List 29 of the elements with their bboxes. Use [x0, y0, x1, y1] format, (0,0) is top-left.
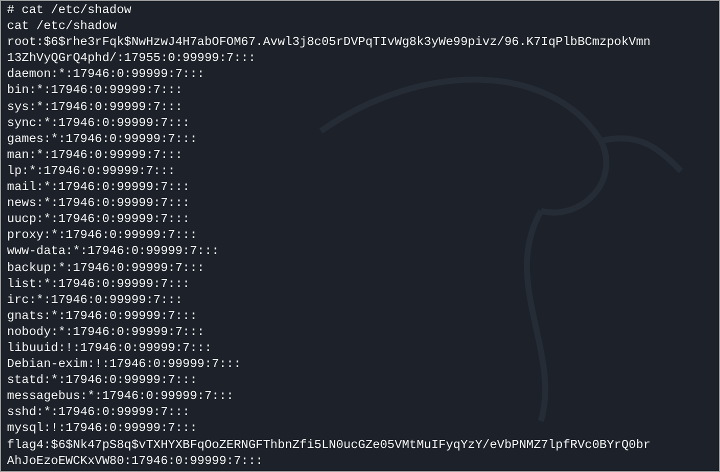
terminal-line: gnats:*:17946:0:99999:7:::	[7, 308, 198, 324]
terminal-line: flag4:$6$Nk47pS8q$vTXHYXBFqOoZERNGFThbnZfi5LN0ucGZe05VMtMuIFyqYzY/eVbPNMZ7lpfRVc0BYrQ0br	[7, 436, 651, 453]
terminal-line: games:*:17946:0:99999:7:::	[7, 130, 198, 147]
terminal-line: proxy:*:17946:0:99999:7:::	[7, 227, 198, 244]
terminal-line: bin:*:17946:0:99999:7:::	[7, 82, 183, 99]
terminal-line: lp:*:17946:0:99999:7:::	[7, 162, 176, 180]
terminal-line: 13ZhVyQGrQ4phd/:17955:0:99999:7:::	[7, 50, 256, 66]
terminal-line: # cat /etc/shadow	[7, 2, 132, 18]
terminal-line: Debian-exim:!:17946:0:99999:7:::	[7, 356, 242, 372]
terminal-line: news:*:17946:0:99999:7:::	[7, 195, 190, 212]
terminal-line: sys:*:17946:0:99999:7:::	[7, 98, 183, 115]
terminal-line: messagebus:*:17946:0:99999:7:::	[7, 388, 234, 404]
terminal-line: list:*:17946:0:99999:7:::	[7, 276, 190, 292]
terminal-line: backup:*:17946:0:99999:7:::	[7, 260, 204, 276]
terminal-line: statd:*:17946:0:99999:7:::	[7, 372, 198, 388]
terminal-line: daemon:*:17946:0:99999:7:::	[7, 66, 204, 82]
terminal-line: irc:*:17946:0:99999:7:::	[7, 292, 183, 308]
terminal-line: mail:*:17946:0:99999:7:::	[7, 179, 190, 196]
terminal-line: sync:*:17946:0:99999:7:::	[7, 114, 190, 131]
terminal-line: mysql:!:17946:0:99999:7:::	[7, 420, 198, 437]
terminal-line: libuuid:!:17946:0:99999:7:::	[7, 340, 212, 356]
terminal-line: nobody:*:17946:0:99999:7:::	[7, 324, 204, 340]
terminal-line: uucp:*:17946:0:99999:7:::	[7, 211, 190, 228]
terminal-line: www-data:*:17946:0:99999:7:::	[7, 243, 220, 260]
terminal-line: root:$6$rhe3rFqk$NwHzwJ4H7abOFOM67.Avwl3j8c05rDVPqTIvWg8k3yWe99pivz/96.K7IqPlbBCmzpokVmn	[7, 34, 651, 50]
terminal-line: AhJoEzoEWCKxVW80:17946:0:99999:7:::	[7, 452, 263, 469]
terminal-line: man:*:17946:0:99999:7:::	[7, 146, 183, 163]
terminal-line: sshd:*:17946:0:99999:7:::	[7, 404, 190, 420]
terminal-line: cat /etc/shadow	[7, 18, 117, 34]
